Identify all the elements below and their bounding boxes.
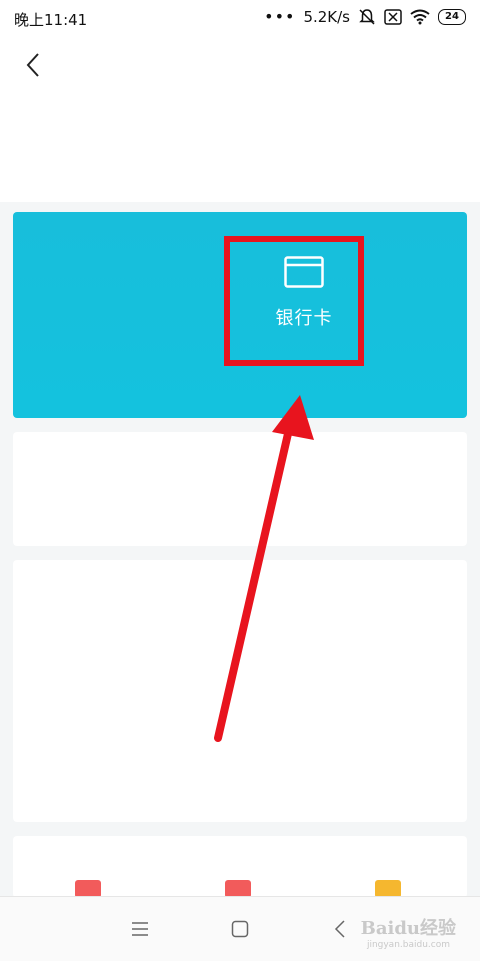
bell-off-icon: [359, 9, 375, 25]
status-bar: 晚上11:41 ••• 5.2K/s 24: [0, 0, 480, 36]
back-button[interactable]: [18, 50, 48, 80]
battery-indicator: 24: [438, 9, 466, 25]
back-chevron-icon: [26, 53, 39, 77]
network-speed: 5.2K/s: [303, 8, 350, 26]
more-notifications-icon: •••: [264, 7, 296, 26]
services-card: [13, 836, 467, 898]
nav-back-icon: [334, 920, 345, 938]
status-time: 晚上11:41: [14, 11, 88, 29]
home-button[interactable]: [228, 917, 252, 941]
home-square-icon: [231, 920, 249, 938]
menu-button[interactable]: [128, 917, 152, 941]
highlight-box: [224, 236, 364, 366]
sim-blocked-icon: [384, 9, 402, 25]
watermark-url: jingyan.baidu.com: [366, 940, 450, 950]
nav-back-button[interactable]: [328, 917, 352, 941]
content-card: [13, 432, 467, 546]
status-icons: ••• 5.2K/s 24: [264, 8, 466, 26]
content-card: [13, 560, 467, 822]
menu-icon: [132, 922, 148, 936]
watermark-brand: Baidu经验: [360, 918, 456, 939]
wifi-icon: [410, 9, 430, 25]
header: [0, 36, 480, 202]
